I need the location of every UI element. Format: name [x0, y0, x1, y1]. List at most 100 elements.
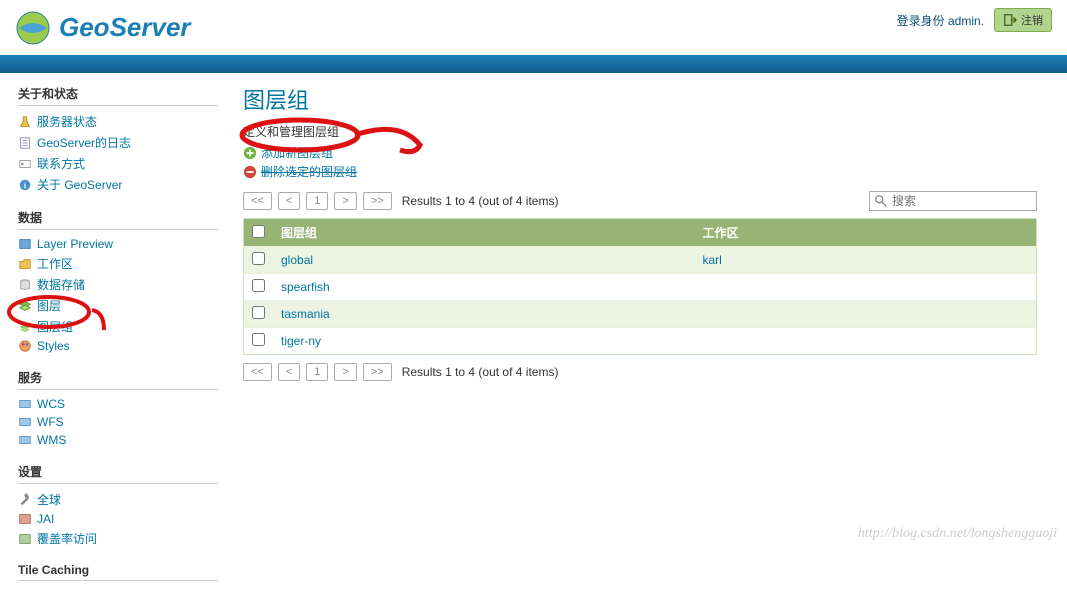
link[interactable]: 数据存储 — [37, 276, 85, 293]
layers-icon — [18, 299, 32, 313]
sidebar-section-services: 服务 WCS WFS WMS — [18, 369, 218, 449]
sidebar-item-layers[interactable]: 图层 — [18, 295, 218, 316]
remove-label[interactable]: 删除选定的图层组 — [261, 163, 357, 180]
results-text: Results 1 to 4 (out of 4 items) — [402, 365, 559, 379]
sidebar-item-layer-preview[interactable]: Layer Preview — [18, 235, 218, 253]
link[interactable]: 全球 — [37, 491, 61, 508]
pager-first[interactable]: << — [243, 363, 272, 381]
sidebar-item-workspaces[interactable]: 工作区 — [18, 253, 218, 274]
sidebar: 关于和状态 服务器状态 GeoServer的日志 联系方式 i 关于 GeoSer… — [0, 73, 228, 595]
header-group[interactable]: 图层组 — [273, 219, 694, 247]
add-label[interactable]: 添加新图层组 — [261, 144, 333, 161]
wrench-icon — [18, 493, 32, 507]
table-row: tasmania — [244, 301, 1037, 328]
pager-first[interactable]: << — [243, 192, 272, 210]
action-links: 添加新图层组 删除选定的图层组 — [243, 144, 1037, 180]
logout-icon — [1003, 13, 1017, 27]
section-title: 关于和状态 — [18, 85, 218, 106]
sidebar-item-layer-groups[interactable]: 图层组 — [18, 316, 218, 337]
select-all-checkbox[interactable] — [252, 225, 265, 238]
link[interactable]: 联系方式 — [37, 155, 85, 172]
add-layergroup-link[interactable]: 添加新图层组 — [243, 144, 1037, 161]
group-link[interactable]: spearfish — [281, 280, 330, 294]
row-checkbox[interactable] — [252, 279, 265, 292]
sidebar-item-wms[interactable]: WMS — [18, 431, 218, 449]
svg-text:i: i — [24, 181, 26, 190]
flask-icon — [18, 115, 32, 129]
row-checkbox[interactable] — [252, 306, 265, 319]
link[interactable]: JAI — [37, 512, 54, 526]
page-subtitle: 定义和管理图层组 — [243, 123, 1037, 140]
link[interactable]: GeoServer的日志 — [37, 134, 131, 151]
logout-label: 注销 — [1021, 12, 1043, 28]
table-header-row: 图层组 工作区 — [244, 219, 1037, 247]
pager-top: << < 1 > >> Results 1 to 4 (out of 4 ite… — [243, 192, 1037, 210]
sidebar-item-jai[interactable]: JAI — [18, 510, 218, 528]
sidebar-item-stores[interactable]: 数据存储 — [18, 274, 218, 295]
group-link[interactable]: tasmania — [281, 307, 330, 321]
link[interactable]: Styles — [37, 339, 70, 353]
search-box[interactable] — [869, 191, 1037, 211]
section-title: 设置 — [18, 463, 218, 484]
wcs-icon — [18, 397, 32, 411]
row-checkbox[interactable] — [252, 252, 265, 265]
workspace-link[interactable]: karl — [702, 253, 721, 267]
page-title: 图层组 — [243, 83, 1037, 115]
top-bar — [0, 55, 1067, 73]
login-info: 登录身份 admin. — [897, 12, 984, 29]
sidebar-item-about[interactable]: i 关于 GeoServer — [18, 174, 218, 195]
sidebar-section-about: 关于和状态 服务器状态 GeoServer的日志 联系方式 i 关于 GeoSer… — [18, 85, 218, 195]
sidebar-item-wcs[interactable]: WCS — [18, 395, 218, 413]
sidebar-section-data: 数据 Layer Preview 工作区 数据存储 图层 图层组 Styles — [18, 209, 218, 355]
document-icon — [18, 136, 32, 150]
header-workspace[interactable]: 工作区 — [694, 219, 1036, 247]
search-input[interactable] — [892, 194, 1032, 208]
section-title: Tile Caching — [18, 563, 218, 581]
header-checkbox-cell — [244, 219, 274, 247]
section-title: 服务 — [18, 369, 218, 390]
link[interactable]: 图层组 — [37, 318, 73, 335]
pager-last[interactable]: >> — [363, 192, 392, 210]
link[interactable]: 覆盖率访问 — [37, 530, 97, 547]
table-row: spearfish — [244, 274, 1037, 301]
pager-next[interactable]: > — [334, 192, 356, 210]
pager-page[interactable]: 1 — [306, 192, 328, 210]
sidebar-item-wfs[interactable]: WFS — [18, 413, 218, 431]
link[interactable]: WFS — [37, 415, 64, 429]
logo[interactable]: GeoServer — [15, 10, 191, 46]
wfs-icon — [18, 415, 32, 429]
palette-icon — [18, 339, 32, 353]
main-content: 图层组 定义和管理图层组 添加新图层组 删除选定的图层组 << < 1 > >>… — [228, 73, 1067, 595]
logout-button[interactable]: 注销 — [994, 8, 1052, 32]
row-checkbox[interactable] — [252, 333, 265, 346]
link[interactable]: WMS — [37, 433, 66, 447]
link[interactable]: 工作区 — [37, 255, 73, 272]
pager-prev[interactable]: < — [278, 363, 300, 381]
pager-page[interactable]: 1 — [306, 363, 328, 381]
search-icon — [874, 194, 888, 208]
link[interactable]: 关于 GeoServer — [37, 176, 122, 193]
sidebar-item-contact[interactable]: 联系方式 — [18, 153, 218, 174]
sidebar-item-coverage[interactable]: 覆盖率访问 — [18, 528, 218, 549]
sidebar-section-settings: 设置 全球 JAI 覆盖率访问 — [18, 463, 218, 549]
group-link[interactable]: global — [281, 253, 313, 267]
group-link[interactable]: tiger-ny — [281, 334, 321, 348]
sidebar-item-styles[interactable]: Styles — [18, 337, 218, 355]
link[interactable]: WCS — [37, 397, 65, 411]
sidebar-item-global[interactable]: 全球 — [18, 489, 218, 510]
link[interactable]: 图层 — [37, 297, 61, 314]
pager-next[interactable]: > — [334, 363, 356, 381]
sidebar-item-logs[interactable]: GeoServer的日志 — [18, 132, 218, 153]
header: GeoServer 登录身份 admin. 注销 — [0, 0, 1067, 55]
link[interactable]: Layer Preview — [37, 237, 113, 251]
remove-layergroup-link[interactable]: 删除选定的图层组 — [243, 163, 1037, 180]
sidebar-item-server-status[interactable]: 服务器状态 — [18, 111, 218, 132]
table-row: tiger-ny — [244, 328, 1037, 355]
pager-last[interactable]: >> — [363, 363, 392, 381]
layer-group-icon — [18, 320, 32, 334]
watermark: http://blog.csdn.net/longshengguoji — [858, 526, 1057, 542]
folder-icon — [18, 257, 32, 271]
sidebar-section-tile-caching: Tile Caching — [18, 563, 218, 581]
pager-prev[interactable]: < — [278, 192, 300, 210]
link[interactable]: 服务器状态 — [37, 113, 97, 130]
